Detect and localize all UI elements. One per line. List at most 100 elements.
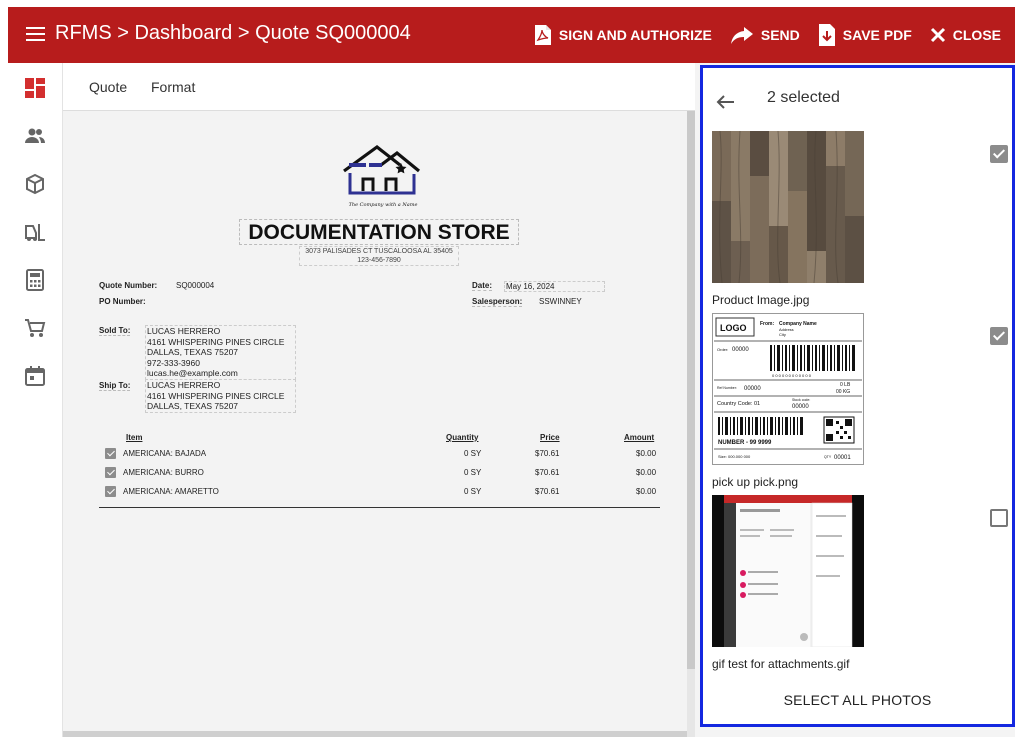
photo-thumbnail-shipping-label[interactable]: LOGO From: Company Name Address City Ord… xyxy=(712,313,864,465)
selected-count: 2 selected xyxy=(767,89,840,106)
store-address-block: 3073 PALISADES CT TUSCALOOSA AL 35405 12… xyxy=(299,246,459,266)
label-city: City xyxy=(779,332,786,337)
ship-to-line: 4161 WHISPERING PINES CIRCLE xyxy=(147,390,285,401)
line-item-quantity: 0 SY xyxy=(464,487,482,496)
label-weight-lb: 0 LB xyxy=(840,382,851,388)
label-country-code: Country Code: 01 xyxy=(717,401,760,407)
line-item-quantity: 0 SY xyxy=(464,449,482,458)
line-item-name: AMERICANA: BURRO xyxy=(123,468,204,477)
salesperson-label: Salesperson: xyxy=(472,297,523,307)
date-label: Date: xyxy=(472,281,493,291)
calendar-icon[interactable] xyxy=(24,365,46,387)
photo-caption: pick up pick.png xyxy=(712,475,799,489)
ship-to-line: LUCAS HERRERO xyxy=(147,380,221,390)
ship-to-line: DALLAS, TEXAS 75207 xyxy=(147,401,239,412)
line-item-amount: $0.00 xyxy=(636,487,657,496)
sold-to-line: lucas.he@example.com xyxy=(147,368,238,379)
photo-picker-panel: 2 selected Product Image.jpg LOGO From: … xyxy=(700,65,1015,727)
photo-checkbox[interactable] xyxy=(990,145,1008,163)
company-logo-icon xyxy=(343,144,421,195)
column-amount: Amount xyxy=(624,433,655,442)
table-row: AMERICANA: BAJADA 0 SY $70.61 $0.00 xyxy=(63,447,687,463)
photo-caption: gif test for attachments.gif xyxy=(712,657,850,671)
photo-caption: Product Image.jpg xyxy=(712,293,810,307)
label-from: From: xyxy=(760,321,775,327)
line-item-name: AMERICANA: BAJADA xyxy=(123,449,207,458)
box-icon[interactable] xyxy=(24,173,46,195)
line-item-checkbox[interactable] xyxy=(105,448,116,459)
ship-to-address: LUCAS HERRERO 4161 WHISPERING PINES CIRC… xyxy=(145,379,296,413)
photo-thumbnail-wood[interactable] xyxy=(712,131,864,283)
line-item-checkbox[interactable] xyxy=(105,467,116,478)
app-window: RFMS > Dashboard > Quote SQ000004 SIGN A… xyxy=(8,7,1015,737)
label-ref-value: 00000 xyxy=(744,386,761,392)
label-qty-label: QTY xyxy=(824,455,832,459)
label-order-value: 00000 xyxy=(732,347,749,353)
label-stock-label: Stock code: xyxy=(792,398,810,402)
calculator-icon[interactable] xyxy=(24,269,46,291)
label-order-label: Order: xyxy=(717,347,728,352)
select-all-photos-button[interactable]: SELECT ALL PHOTOS xyxy=(703,692,1012,708)
line-item-amount: $0.00 xyxy=(636,449,657,458)
vertical-scrollbar[interactable] xyxy=(687,111,695,669)
tab-format[interactable]: Format xyxy=(151,79,195,95)
label-ref-label: Ref Number: xyxy=(717,386,737,390)
cart-icon[interactable] xyxy=(24,317,46,339)
horizontal-scrollbar[interactable] xyxy=(63,731,687,737)
sold-to-line: 972-333-3960 xyxy=(147,357,200,368)
label-weight-kg: 00 KG xyxy=(836,389,850,395)
store-phone: 123-456-7890 xyxy=(357,257,401,264)
salesperson: SSWINNEY xyxy=(539,297,582,306)
line-item-price: $70.61 xyxy=(535,487,560,496)
quote-number: SQ000004 xyxy=(176,281,215,290)
quote-preview: The Company with a Name DOCUMENTATION ST… xyxy=(63,111,687,731)
sold-to-address: LUCAS HERRERO 4161 WHISPERING PINES CIRC… xyxy=(145,325,296,380)
breadcrumb-title: RFMS > Dashboard > Quote SQ000004 xyxy=(55,22,411,44)
forklift-icon[interactable] xyxy=(24,221,46,243)
photo-checkbox[interactable] xyxy=(990,327,1008,345)
sold-to-line: 4161 WHISPERING PINES CIRCLE xyxy=(147,336,285,347)
sold-to-label: Sold To: xyxy=(99,326,131,336)
line-item-price: $70.61 xyxy=(535,468,560,477)
dashboard-icon[interactable] xyxy=(24,77,46,99)
table-row: AMERICANA: AMARETTO 0 SY $70.61 $0.00 xyxy=(63,485,687,501)
photo-thumbnail-gif-screenshot[interactable] xyxy=(712,495,864,647)
sold-to-line: DALLAS, TEXAS 75207 xyxy=(147,347,239,358)
side-nav xyxy=(8,63,63,737)
people-icon[interactable] xyxy=(24,125,46,147)
save-pdf-icon xyxy=(818,24,835,46)
back-arrow-icon[interactable] xyxy=(715,94,735,110)
quote-date: May 16, 2024 xyxy=(504,281,605,292)
pdf-icon xyxy=(534,25,551,45)
send-button[interactable]: SEND xyxy=(730,25,800,45)
document-tabs: Quote Format xyxy=(63,63,695,111)
line-item-price: $70.61 xyxy=(535,449,560,458)
label-number: NUMBER - 99 9999 xyxy=(718,440,772,446)
tab-quote[interactable]: Quote xyxy=(89,79,127,95)
label-size: Size: 000.000 000 xyxy=(718,454,751,459)
column-quantity: Quantity xyxy=(446,433,479,442)
store-address: 3073 PALISADES CT TUSCALOOSA AL 35405 xyxy=(305,248,453,255)
sign-and-authorize-button[interactable]: SIGN AND AUTHORIZE xyxy=(534,24,712,46)
label-logo-text: LOGO xyxy=(720,323,747,333)
column-price: Price xyxy=(540,433,560,442)
menu-icon[interactable] xyxy=(26,27,45,41)
quote-number-label: Quote Number: xyxy=(99,281,158,290)
send-arrow-icon xyxy=(730,27,753,44)
quote-document-area: Quote Format The Company with a Name DOC… xyxy=(63,63,695,737)
ship-to-label: Ship To: xyxy=(99,381,131,391)
line-item-amount: $0.00 xyxy=(636,468,657,477)
save-pdf-button[interactable]: SAVE PDF xyxy=(818,23,912,47)
totals-divider xyxy=(99,507,660,508)
column-item: Item xyxy=(126,433,143,442)
label-barcode-digits: 0 0 0 0 0 0 0 0 0 0 0 0 xyxy=(772,373,812,378)
po-number-label: PO Number: xyxy=(99,297,146,306)
table-row: AMERICANA: BURRO 0 SY $70.61 $0.00 xyxy=(63,466,687,482)
close-button[interactable]: CLOSE xyxy=(930,27,1001,43)
line-item-checkbox[interactable] xyxy=(105,486,116,497)
close-icon xyxy=(930,27,945,43)
line-item-quantity: 0 SY xyxy=(464,468,482,477)
photo-checkbox[interactable] xyxy=(990,509,1008,527)
logo-tagline: The Company with a Name xyxy=(348,202,418,208)
sold-to-line: LUCAS HERRERO xyxy=(147,326,221,336)
